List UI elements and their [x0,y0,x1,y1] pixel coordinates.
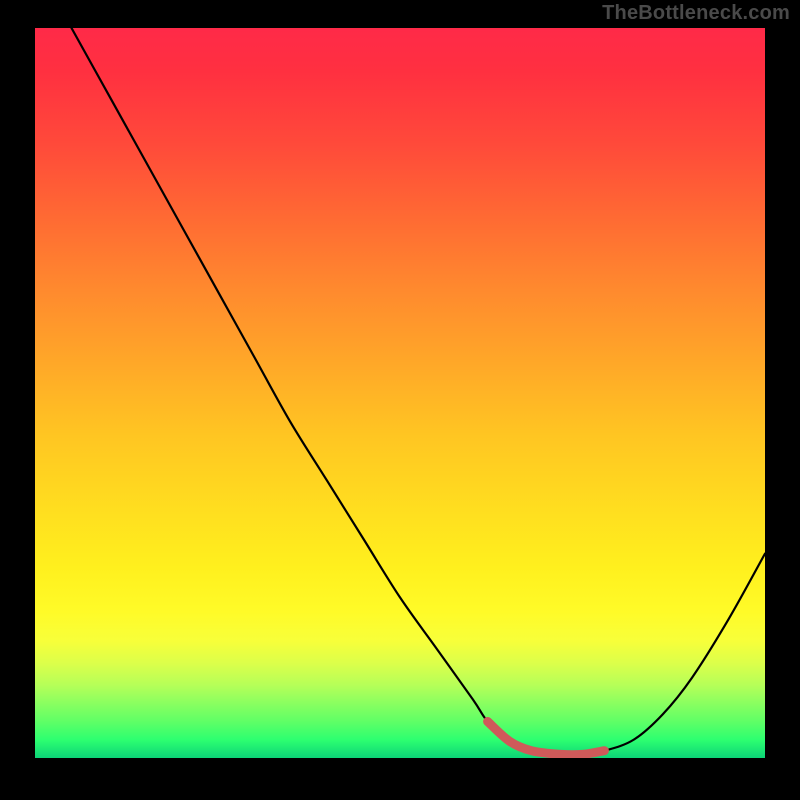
plot-area [35,28,765,758]
bottleneck-curve [72,28,766,755]
trough-highlight [488,722,605,755]
watermark-text: TheBottleneck.com [602,2,790,25]
chart-frame: TheBottleneck.com [0,0,800,800]
curve-layer [35,28,765,758]
